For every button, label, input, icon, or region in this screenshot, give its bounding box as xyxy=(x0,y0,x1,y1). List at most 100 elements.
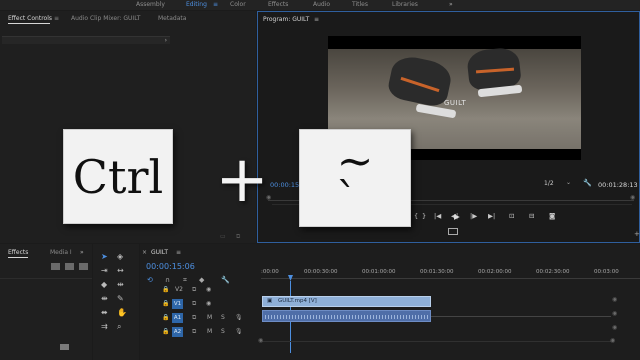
transport-controls: ◆ { } |◀ ◀| ▶ |▶ ▶| ⊡ ⊟ ◙ xyxy=(398,212,568,222)
timeline-timecode[interactable]: 00:00:15:06 xyxy=(146,262,195,271)
add-button-icon[interactable]: + xyxy=(634,230,640,238)
scrollbar-right-handle[interactable]: ◉ xyxy=(610,337,615,344)
track-scroll-handle[interactable]: ◉ xyxy=(612,296,617,303)
lock-icon[interactable]: 🔒 xyxy=(162,314,169,321)
video-clip-label: GUILT.mp4 [V] xyxy=(278,298,317,304)
workspace-titles[interactable]: Titles xyxy=(352,1,368,8)
microphone-icon[interactable]: 🎙 xyxy=(235,314,243,321)
track-target-a1[interactable]: A1 xyxy=(172,313,183,323)
timeline-menu-icon[interactable]: ≡ xyxy=(176,249,181,256)
workspace-audio[interactable]: Audio xyxy=(313,1,330,8)
microphone-icon[interactable]: 🎙 xyxy=(235,328,243,335)
tab-effects[interactable]: Effects xyxy=(8,249,28,256)
scrub-right-handle[interactable]: ◉ xyxy=(630,194,635,201)
sync-lock-icon[interactable]: ⧉ xyxy=(192,314,196,322)
mute-button[interactable]: M xyxy=(207,328,212,335)
linked-selection-icon[interactable]: ⌗ xyxy=(183,276,187,285)
program-menu-icon[interactable]: ≡ xyxy=(314,16,319,23)
time-ruler[interactable] xyxy=(261,278,640,279)
lift-icon[interactable]: ⊡ xyxy=(509,212,514,220)
effect-controls-menu-icon[interactable]: ≡ xyxy=(54,15,59,22)
track-forward-tool-icon[interactable]: ⇉ xyxy=(101,322,108,331)
ripple-edit-tool-icon[interactable]: ⇥ xyxy=(101,266,108,275)
audio-clip-a1[interactable] xyxy=(262,310,431,322)
video-clip[interactable]: ▣ GUILT.mp4 [V] xyxy=(262,296,431,307)
sync-lock-icon[interactable]: ⧉ xyxy=(192,328,196,336)
pen-tool-icon[interactable]: ✎ xyxy=(117,294,124,303)
workspace-libraries[interactable]: Libraries xyxy=(392,1,418,8)
button-editor-icon[interactable] xyxy=(448,228,458,235)
eye-icon[interactable]: ◉ xyxy=(206,300,211,307)
wrench-icon[interactable]: 🔧 xyxy=(583,179,592,187)
lock-icon[interactable]: 🔒 xyxy=(162,286,169,293)
lock-icon[interactable]: 🔒 xyxy=(162,328,169,335)
wrench-icon[interactable]: 🔧 xyxy=(221,276,230,284)
play-icon[interactable]: ▶ xyxy=(454,212,460,221)
step-forward-icon[interactable]: |▶ xyxy=(470,212,477,220)
horizontal-scrollbar-track[interactable] xyxy=(262,341,614,342)
snap-icon[interactable]: ∩ xyxy=(165,276,170,284)
workspace-color[interactable]: Color xyxy=(230,1,246,8)
more-panels-icon[interactable]: » xyxy=(80,249,84,256)
track-select-tool-icon[interactable]: ◈ xyxy=(117,252,123,261)
workspace-menu-icon[interactable]: ≡ xyxy=(213,1,218,8)
close-sequence-icon[interactable]: × xyxy=(142,249,147,256)
add-marker-icon[interactable]: ◆ xyxy=(199,276,204,284)
folder-icon[interactable] xyxy=(60,344,69,350)
workspace-effects[interactable]: Effects xyxy=(268,1,288,8)
workspace-assembly[interactable]: Assembly xyxy=(136,1,165,8)
track-target-v1[interactable]: V1 xyxy=(172,299,183,309)
tab-audio-clip-mixer[interactable]: Audio Clip Mixer: GUILT xyxy=(71,15,140,22)
tab-effect-controls[interactable]: Effect Controls xyxy=(8,15,52,22)
rate-stretch-tool-icon[interactable]: ↔ xyxy=(117,266,124,275)
slip-tool-icon[interactable]: ⇹ xyxy=(117,280,124,289)
plus-sign-overlay: + xyxy=(215,143,269,217)
track-divider xyxy=(431,316,611,317)
accelerated-icon[interactable] xyxy=(51,263,60,270)
program-monitor-title[interactable]: Program: GUILT xyxy=(263,16,309,23)
track-header-a2: 🔒 A2 ⧉ M S 🎙 xyxy=(140,327,261,339)
effects-panel: Effects Media I » xyxy=(0,244,92,360)
eye-icon[interactable]: ◉ xyxy=(206,286,211,293)
tab-metadata[interactable]: Metadata xyxy=(158,15,186,22)
track-name[interactable]: V2 xyxy=(175,286,183,293)
go-to-out-icon[interactable]: ▶| xyxy=(488,212,495,220)
track-scroll-handle[interactable]: ◉ xyxy=(612,324,617,331)
zoom-magnifier-icon[interactable]: ⌕ xyxy=(117,322,121,332)
razor-tool-icon[interactable]: ◆ xyxy=(101,280,107,289)
scrollbar-left-handle[interactable]: ◉ xyxy=(258,337,263,344)
solo-button[interactable]: S xyxy=(221,328,225,335)
chevron-down-icon[interactable]: ⌄ xyxy=(566,179,571,186)
filter-icon[interactable]: ⧉ xyxy=(236,233,240,241)
32bit-icon[interactable] xyxy=(65,263,74,270)
lock-icon[interactable]: 🔒 xyxy=(162,300,169,307)
solo-button[interactable]: S xyxy=(221,314,225,321)
nest-icon[interactable]: ⟲ xyxy=(147,276,153,284)
chevron-right-icon[interactable]: › xyxy=(165,37,167,44)
zoom-tool-icon[interactable]: ✋ xyxy=(117,308,127,317)
divider xyxy=(0,278,92,279)
go-to-in-icon[interactable]: |◀ xyxy=(434,212,441,220)
hand-tool-icon[interactable]: ⬌ xyxy=(101,308,108,317)
fit-select[interactable]: 1/2 xyxy=(544,180,554,187)
extract-icon[interactable]: ⊟ xyxy=(529,212,534,220)
workspace-editing[interactable]: Editing xyxy=(186,1,207,8)
export-frame-camera-icon[interactable]: ◙ xyxy=(549,212,555,220)
yuv-icon[interactable] xyxy=(79,263,88,270)
selection-tool-icon[interactable]: ➤ xyxy=(101,252,108,261)
tab-sequence-guilt[interactable]: GUILT xyxy=(151,249,168,256)
program-playhead-timecode[interactable]: 00:00:15 xyxy=(270,181,299,189)
more-workspaces-icon[interactable]: » xyxy=(449,1,453,8)
track-scroll-handle[interactable]: ◉ xyxy=(612,310,617,317)
tab-media-browser[interactable]: Media I xyxy=(50,249,72,256)
ruler-label: 00:01:00:00 xyxy=(362,269,396,275)
mark-out-icon[interactable]: } xyxy=(422,212,426,220)
mute-button[interactable]: M xyxy=(207,314,212,321)
audio-waveform xyxy=(265,315,430,319)
sync-lock-icon[interactable]: ⧉ xyxy=(192,286,196,294)
mark-in-icon[interactable]: { xyxy=(414,212,418,220)
slide-tool-icon[interactable]: ⇼ xyxy=(101,294,108,303)
sync-lock-icon[interactable]: ⧉ xyxy=(192,300,196,308)
track-target-a2[interactable]: A2 xyxy=(172,327,183,337)
export-frame-icon[interactable]: ▭ xyxy=(220,233,226,240)
